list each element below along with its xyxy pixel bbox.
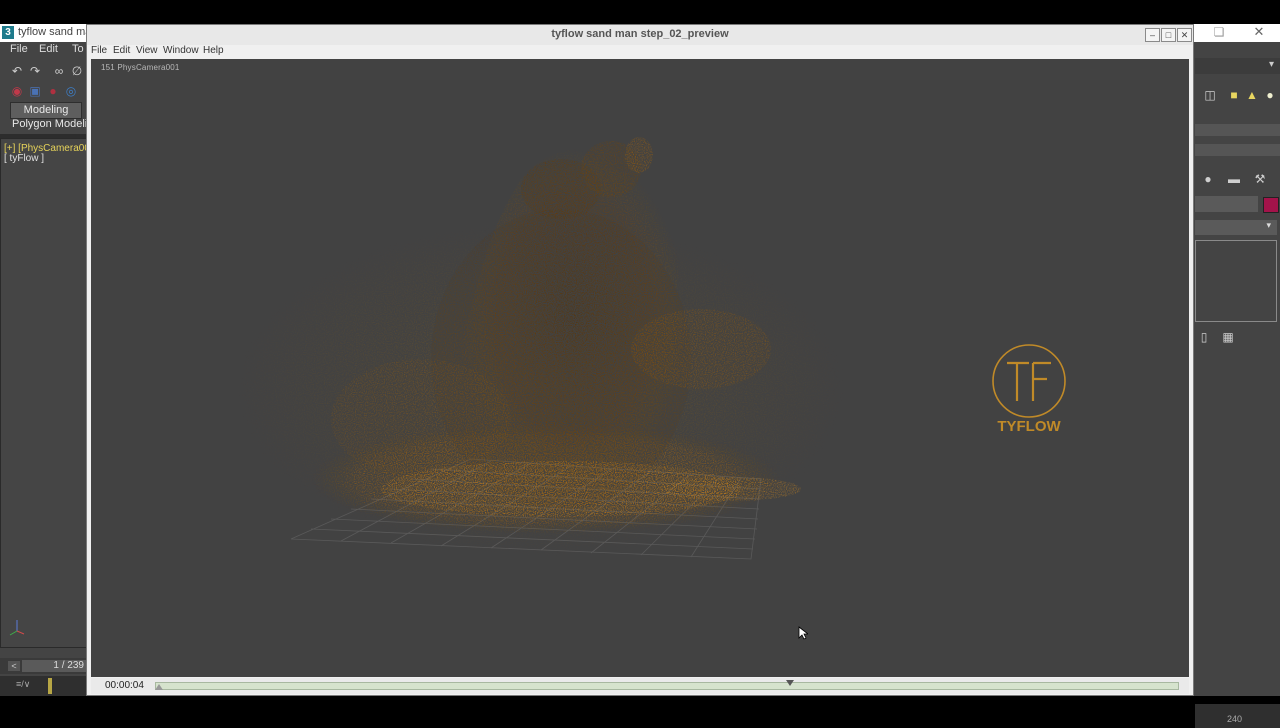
teapot-icon[interactable]: ◉ bbox=[10, 84, 24, 98]
command-panel: ▾ ◫ ■ ▲ ● ● ▬ ⚒ ▾ ▯ ▦ 240 bbox=[1195, 58, 1280, 728]
range-start-marker-icon bbox=[155, 684, 163, 690]
minimize-icon[interactable]: – bbox=[1145, 28, 1160, 42]
preview-menu-edit[interactable]: Edit bbox=[113, 45, 130, 56]
menu-file[interactable]: File bbox=[10, 43, 28, 55]
track-bar[interactable]: ≡/∨ bbox=[0, 676, 88, 696]
viewport-object-label: [ tyFlow ] bbox=[4, 153, 45, 164]
current-frame-marker bbox=[48, 678, 52, 694]
playhead-icon[interactable] bbox=[785, 680, 794, 686]
restore-icon[interactable]: ❏ bbox=[1212, 25, 1226, 39]
redo-icon[interactable]: ↷ bbox=[28, 64, 42, 78]
workspace-dropdown[interactable]: ▾ bbox=[1195, 58, 1280, 74]
tab-display-icon[interactable]: ▬ bbox=[1227, 172, 1241, 186]
preview-menu-file[interactable]: File bbox=[91, 45, 107, 56]
command-panel-strip bbox=[1195, 124, 1280, 136]
preview-menu-view[interactable]: View bbox=[136, 45, 158, 56]
preview-menu-window[interactable]: Window bbox=[163, 45, 199, 56]
close-icon[interactable]: ✕ bbox=[1177, 28, 1192, 42]
render-frame-icon[interactable]: ■ bbox=[1227, 88, 1241, 102]
link-icon[interactable]: ∞ bbox=[52, 64, 66, 78]
frame-counter[interactable]: 1 / 239 bbox=[22, 660, 86, 672]
preview-window: tyflow sand man step_02_preview – □ ✕ Fi… bbox=[86, 24, 1194, 696]
curve-editor-icon[interactable]: ≡/∨ bbox=[16, 679, 30, 690]
undo-icon[interactable]: ↶ bbox=[10, 64, 24, 78]
preview-viewport-label: 151 PhysCamera001 bbox=[101, 63, 180, 72]
modifier-stack-tools: ▯ ▦ bbox=[1195, 328, 1280, 346]
render-icon[interactable]: ◎ bbox=[64, 84, 78, 98]
sphere-icon[interactable]: ● bbox=[46, 84, 60, 98]
unlink-icon[interactable]: ∅ bbox=[70, 64, 84, 78]
sand-highlight bbox=[661, 477, 801, 501]
chevron-down-icon: ▾ bbox=[1266, 220, 1271, 230]
previous-frame-button[interactable]: < bbox=[8, 661, 20, 671]
preview-menu-help[interactable]: Help bbox=[203, 45, 224, 56]
time-slider[interactable]: < 1 / 239 bbox=[0, 658, 88, 674]
tab-motion-icon[interactable]: ● bbox=[1201, 172, 1215, 186]
axis-gizmo-icon bbox=[9, 620, 25, 636]
ribbon-tab-modeling[interactable]: Modeling bbox=[10, 102, 82, 119]
object-color-swatch[interactable] bbox=[1263, 197, 1279, 213]
command-panel-tabs: ● ▬ ⚒ bbox=[1195, 170, 1280, 190]
tab-utilities-icon[interactable]: ⚒ bbox=[1253, 172, 1267, 186]
max-window-title: tyflow sand ma bbox=[18, 26, 92, 38]
tyflow-logo-text: TYFLOW bbox=[997, 418, 1061, 435]
max-secondary-toolbar: ◉ ▣ ● ◎ bbox=[0, 82, 90, 100]
ribbon-polygon-modeling[interactable]: Polygon Modelir bbox=[12, 118, 91, 130]
max-app-icon: 3 bbox=[2, 26, 14, 39]
playback-time: 00:00:04 bbox=[105, 680, 144, 691]
tyflow-logo: TYFLOW bbox=[992, 344, 1066, 435]
modifier-stack[interactable] bbox=[1195, 240, 1277, 322]
menu-tools[interactable]: To bbox=[72, 43, 84, 55]
command-panel-strip bbox=[1195, 144, 1280, 156]
preview-viewport[interactable]: 151 PhysCamera001 TYFLOW bbox=[91, 59, 1189, 677]
max-main-toolbar: ↶ ↷ ∞ ∅ bbox=[0, 60, 90, 82]
chevron-down-icon: ▾ bbox=[1268, 59, 1274, 70]
render-production-icon[interactable]: ▲ bbox=[1245, 88, 1259, 102]
preview-titlebar[interactable]: tyflow sand man step_02_preview – □ ✕ bbox=[87, 25, 1193, 45]
playback-scrubber[interactable] bbox=[155, 680, 1179, 690]
mouse-cursor-icon bbox=[798, 626, 808, 640]
configure-modifier-icon[interactable]: ▦ bbox=[1221, 330, 1235, 344]
sand-drift bbox=[331, 359, 511, 479]
modifier-list-dropdown[interactable]: ▾ bbox=[1195, 220, 1277, 235]
remove-modifier-icon[interactable]: ▯ bbox=[1197, 330, 1211, 344]
preview-timebar: 00:00:04 bbox=[91, 678, 1189, 694]
preview-window-title: tyflow sand man step_02_preview bbox=[551, 28, 729, 40]
sand-lump bbox=[625, 137, 653, 173]
frame-end-label: 240 bbox=[1227, 714, 1243, 724]
object-name-field[interactable] bbox=[1195, 196, 1258, 212]
timeline-end: 240 bbox=[1195, 704, 1280, 728]
render-toolbar: ◫ ■ ▲ ● bbox=[1195, 86, 1280, 104]
maximize-icon[interactable]: □ bbox=[1161, 28, 1176, 42]
render-active-icon[interactable]: ● bbox=[1263, 88, 1277, 102]
box-icon[interactable]: ▣ bbox=[28, 84, 42, 98]
close-icon[interactable]: ✕ bbox=[1252, 24, 1266, 40]
preview-menubar: File Edit View Window Help bbox=[87, 45, 1193, 59]
max-camera-viewport[interactable]: [+] [PhysCamera00 [ tyFlow ] bbox=[0, 138, 90, 648]
render-setup-icon[interactable]: ◫ bbox=[1203, 88, 1217, 102]
sand-splash bbox=[631, 309, 771, 389]
menu-edit[interactable]: Edit bbox=[39, 43, 58, 55]
